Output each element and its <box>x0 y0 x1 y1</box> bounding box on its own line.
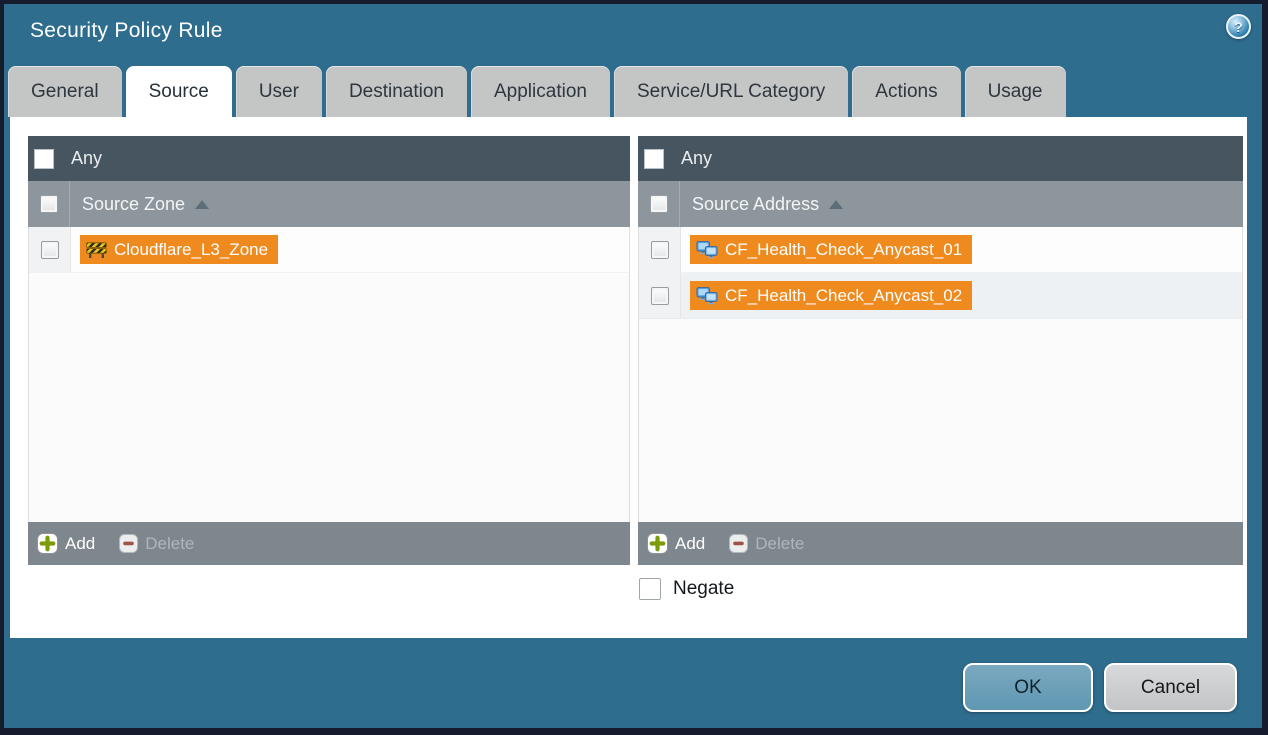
source-address-select-all-checkbox[interactable] <box>650 195 668 213</box>
question-mark-glyph: ? <box>1234 20 1243 34</box>
header-checkbox-cell <box>28 181 70 227</box>
add-plus-icon <box>37 533 58 554</box>
source-address-footer: Add Delete <box>638 522 1243 565</box>
add-label: Add <box>675 534 705 554</box>
ok-button[interactable]: OK <box>963 663 1093 712</box>
delete-minus-icon <box>729 534 748 553</box>
address-chip-anycast-01[interactable]: CF_Health_Check_Anycast_01 <box>690 235 972 264</box>
source-address-row-2[interactable]: CF_Health_Check_Anycast_02 <box>639 273 1242 319</box>
source-address-row-1-checkbox[interactable] <box>651 241 669 259</box>
sort-ascending-icon <box>829 200 843 209</box>
source-address-add-button[interactable]: Add <box>647 533 705 554</box>
source-address-any-label: Any <box>681 148 712 169</box>
add-plus-icon <box>647 533 668 554</box>
tab-source[interactable]: Source <box>126 66 232 117</box>
sort-ascending-icon <box>195 200 209 209</box>
delete-minus-icon <box>119 534 138 553</box>
source-zone-panel: Any Source Zone <box>28 136 630 565</box>
tab-actions[interactable]: Actions <box>852 66 960 117</box>
negate-label: Negate <box>673 578 734 600</box>
zone-chip-label: Cloudflare_L3_Zone <box>114 240 268 260</box>
source-zone-any-row: Any <box>28 136 630 181</box>
address-chip-label: CF_Health_Check_Anycast_01 <box>725 240 962 260</box>
source-zone-any-checkbox[interactable] <box>34 149 54 169</box>
row-checkbox-cell <box>639 273 681 318</box>
row-checkbox-cell <box>639 227 681 272</box>
tab-general[interactable]: General <box>8 66 122 117</box>
delete-label: Delete <box>755 534 804 554</box>
source-zone-column-label: Source Zone <box>82 194 185 215</box>
row-checkbox-cell <box>29 227 71 272</box>
source-tab-content: Any Source Zone <box>10 117 1247 638</box>
add-label: Add <box>65 534 95 554</box>
delete-label: Delete <box>145 534 194 554</box>
negate-checkbox[interactable] <box>639 578 661 600</box>
address-chip-label: CF_Health_Check_Anycast_02 <box>725 286 962 306</box>
source-address-row-1[interactable]: CF_Health_Check_Anycast_01 <box>639 227 1242 273</box>
tab-user[interactable]: User <box>236 66 322 117</box>
source-address-row-2-checkbox[interactable] <box>651 287 669 305</box>
negate-row: Negate <box>639 578 1247 600</box>
source-address-column-label: Source Address <box>692 194 819 215</box>
source-zone-any-label: Any <box>71 148 102 169</box>
source-address-panel: Any Source Address <box>638 136 1243 565</box>
zone-icon <box>86 242 107 258</box>
source-address-list: CF_Health_Check_Anycast_01 <box>638 227 1243 522</box>
panels-container: Any Source Zone <box>10 117 1247 565</box>
tab-usage[interactable]: Usage <box>965 66 1066 117</box>
header-checkbox-cell <box>638 181 680 227</box>
source-zone-select-all-checkbox[interactable] <box>40 195 58 213</box>
security-policy-rule-dialog: Security Policy Rule ? General Source Us… <box>0 0 1268 735</box>
tab-application[interactable]: Application <box>471 66 610 117</box>
tab-service-url-category[interactable]: Service/URL Category <box>614 66 848 117</box>
source-zone-delete-button[interactable]: Delete <box>119 534 194 554</box>
source-zone-row-checkbox[interactable] <box>41 241 59 259</box>
address-icon <box>696 287 718 305</box>
source-zone-footer: Add Delete <box>28 522 630 565</box>
address-icon <box>696 241 718 259</box>
tab-bar: General Source User Destination Applicat… <box>8 66 1066 117</box>
source-address-delete-button[interactable]: Delete <box>729 534 804 554</box>
dialog-title: Security Policy Rule <box>30 19 223 43</box>
source-zone-column-header[interactable]: Source Zone <box>28 181 630 227</box>
source-zone-row[interactable]: Cloudflare_L3_Zone <box>29 227 629 273</box>
source-address-any-row: Any <box>638 136 1243 181</box>
cancel-button[interactable]: Cancel <box>1104 663 1237 712</box>
source-zone-list: Cloudflare_L3_Zone <box>28 227 630 522</box>
help-icon[interactable]: ? <box>1226 14 1251 39</box>
tab-destination[interactable]: Destination <box>326 66 467 117</box>
zone-chip-cloudflare-l3[interactable]: Cloudflare_L3_Zone <box>80 235 278 264</box>
source-zone-add-button[interactable]: Add <box>37 533 95 554</box>
dialog-buttons: OK Cancel <box>963 663 1237 712</box>
source-address-column-header[interactable]: Source Address <box>638 181 1243 227</box>
source-address-any-checkbox[interactable] <box>644 149 664 169</box>
address-chip-anycast-02[interactable]: CF_Health_Check_Anycast_02 <box>690 281 972 310</box>
